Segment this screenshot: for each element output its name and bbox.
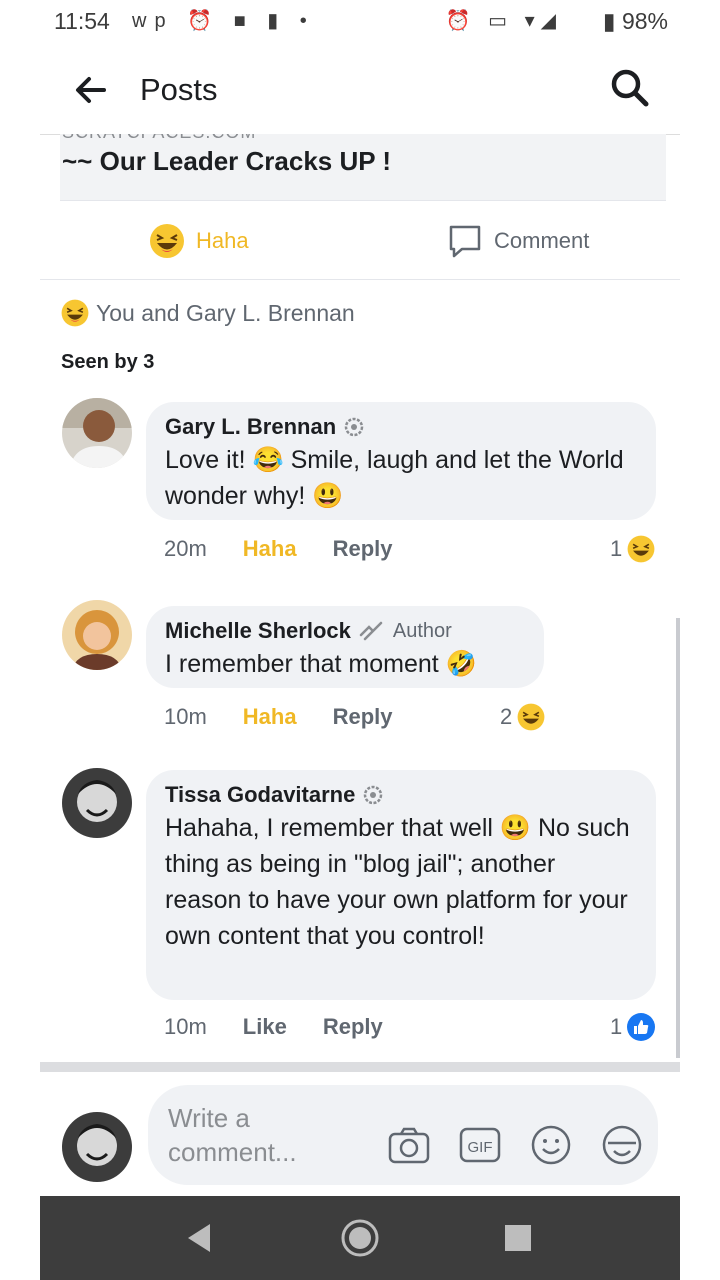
comment-bubble: Tissa Godavitarne Hahaha, I remember tha…: [146, 770, 656, 1000]
system-icons: ⏰ ▭ ▾◢: [445, 10, 562, 32]
reply-button[interactable]: Reply: [333, 704, 393, 730]
sticker-icon[interactable]: [600, 1123, 644, 1167]
avatar[interactable]: [62, 768, 132, 838]
commenter-name[interactable]: Tissa Godavitarne: [165, 782, 355, 808]
comment-text: Love it! 😂 Smile, laugh and let the Worl…: [165, 446, 624, 510]
top-fan-badge-icon: [364, 785, 383, 805]
comment-bubble: Michelle Sherlock Author I remember that…: [146, 606, 544, 688]
reply-button[interactable]: Reply: [323, 1014, 383, 1040]
comment-time: 20m: [164, 536, 207, 561]
page-title: Posts: [140, 72, 218, 107]
status-time: 11:54: [54, 8, 110, 34]
reactions-summary[interactable]: You and Gary L. Brennan: [60, 298, 355, 328]
composer-tools: GIF: [360, 1123, 644, 1167]
haha-emoji-icon: [627, 535, 655, 563]
nav-home-icon[interactable]: [340, 1218, 380, 1258]
comment-input[interactable]: Write a comment... GIF: [148, 1085, 658, 1185]
haha-emoji-icon: [517, 703, 545, 731]
right-margin: [680, 0, 720, 1280]
nav-recents-icon[interactable]: [498, 1218, 538, 1258]
nav-back-icon[interactable]: [180, 1218, 220, 1258]
like-thumb-icon: [627, 1013, 656, 1041]
haha-emoji-icon: [150, 224, 184, 258]
divider: [40, 1062, 680, 1072]
app-screen: 11:54 wp ⏰ ■ ▮ • ⏰ ▭ ▾◢ ▮ 98% Posts SCRA…: [40, 0, 680, 1280]
author-label: Author: [392, 619, 452, 642]
reply-button[interactable]: Reply: [333, 536, 393, 562]
comment-text: Hahaha, I remember that well 😃 No such t…: [165, 814, 630, 950]
search-icon[interactable]: [610, 68, 650, 108]
comment-label: Comment: [494, 228, 590, 253]
reaction-count-value: 2: [500, 704, 513, 729]
avatar: [62, 1112, 132, 1182]
avatar[interactable]: [62, 398, 132, 468]
top-fan-badge-icon: [344, 417, 364, 437]
comment-meta: 10m Haha Reply: [164, 704, 393, 730]
like-button[interactable]: Like: [243, 1014, 287, 1040]
link-domain: SCRATCPACES.COM: [62, 134, 256, 143]
system-nav-bar: [40, 1196, 680, 1280]
battery-indicator: ▮ 98%: [602, 8, 668, 34]
haha-label: Haha: [196, 228, 249, 253]
haha-reaction-button[interactable]: Haha: [243, 704, 297, 730]
author-badge-icon: [359, 621, 383, 641]
commenter-name[interactable]: Michelle Sherlock: [165, 618, 351, 644]
haha-reaction-button[interactable]: Haha: [148, 221, 249, 261]
haha-reaction-button[interactable]: Haha: [243, 536, 297, 562]
emoji-icon[interactable]: [529, 1123, 573, 1167]
comment-meta: 10m Like Reply: [164, 1014, 383, 1040]
notification-icons: wp ⏰ ■ ▮ •: [132, 10, 315, 32]
seen-by-count[interactable]: Seen by 3: [61, 351, 154, 374]
reaction-count-value: 1: [610, 536, 623, 561]
gif-icon[interactable]: GIF: [458, 1123, 502, 1167]
comment-text: I remember that moment 🤣: [165, 650, 477, 678]
reaction-count-value: 1: [610, 1014, 623, 1039]
avatar[interactable]: [62, 600, 132, 670]
post-actions: Haha Comment: [40, 201, 680, 280]
status-bar: 11:54 wp ⏰ ■ ▮ • ⏰ ▭ ▾◢ ▮ 98%: [40, 0, 680, 44]
comment-bubble-icon: [449, 225, 481, 258]
back-arrow-icon[interactable]: [70, 70, 110, 110]
comment-reaction-count[interactable]: 1: [610, 1012, 656, 1042]
haha-emoji-icon: [61, 299, 89, 327]
comment-time: 10m: [164, 704, 207, 729]
comment-composer: Write a comment... GIF: [40, 1072, 680, 1196]
top-app-bar: Posts: [40, 44, 680, 135]
left-margin: [0, 0, 40, 1280]
comment-reaction-count[interactable]: 1: [610, 534, 656, 564]
link-title: ~~ Our Leader Cracks UP !: [62, 146, 392, 176]
comment-bubble: Gary L. Brennan Love it! 😂 Smile, laugh …: [146, 402, 656, 520]
svg-text:GIF: GIF: [468, 1139, 493, 1156]
reactions-summary-text: You and Gary L. Brennan: [96, 299, 355, 326]
comment-button[interactable]: Comment: [446, 221, 680, 261]
comment-time: 10m: [164, 1014, 207, 1039]
shared-link-preview[interactable]: SCRATCPACES.COM ~~ Our Leader Cracks UP …: [60, 134, 666, 201]
comment-meta: 20m Haha Reply: [164, 536, 393, 562]
camera-icon[interactable]: [387, 1123, 431, 1167]
commenter-name[interactable]: Gary L. Brennan: [165, 414, 336, 440]
scrollbar[interactable]: [676, 618, 680, 1058]
comment-input-placeholder: Write a comment...: [168, 1103, 297, 1167]
comment-reaction-count[interactable]: 2: [500, 702, 546, 732]
